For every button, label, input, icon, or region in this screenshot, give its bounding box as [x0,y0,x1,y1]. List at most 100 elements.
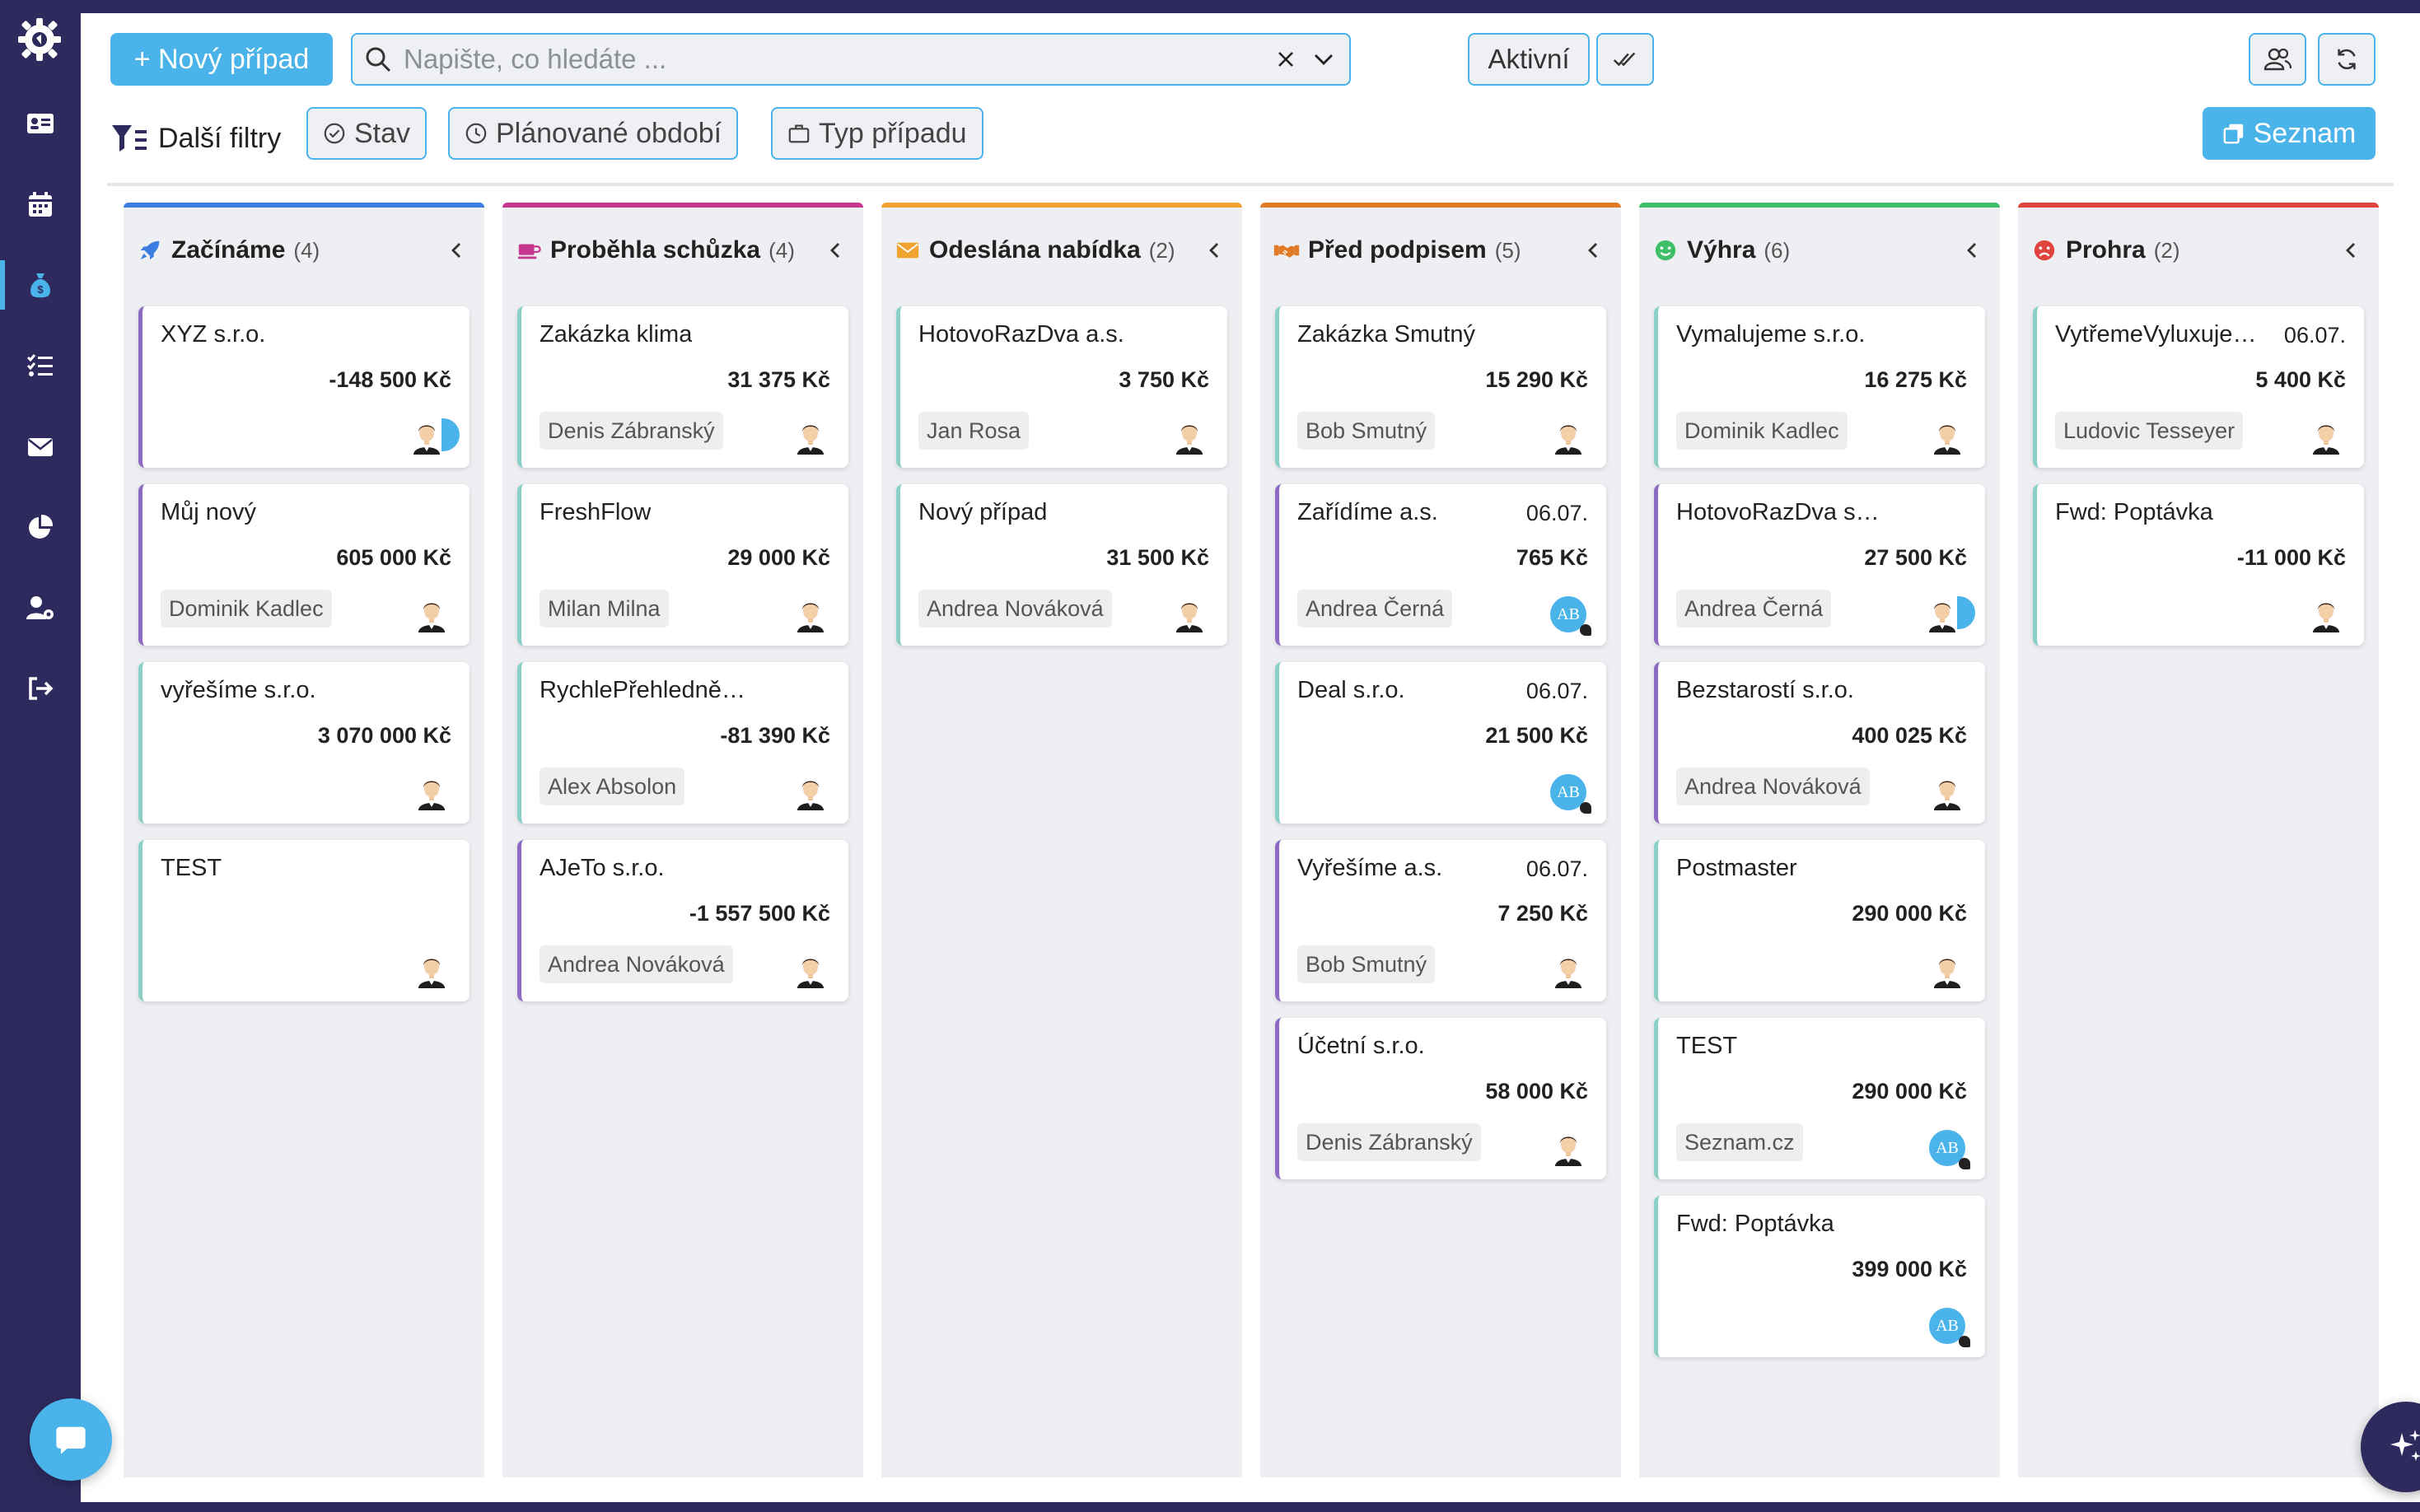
app-logo-icon[interactable] [15,15,64,64]
calendar-icon [29,192,52,217]
case-card[interactable]: Zakázka Smutný 15 290 Kč Bob Smutný [1275,306,1606,468]
collapse-chevron-icon[interactable] [1578,236,1608,265]
collapse-chevron-icon[interactable] [441,236,471,265]
list-view-button[interactable]: Seznam [2203,107,2376,160]
case-card[interactable]: Můj nový 605 000 Kč Dominik Kadlec [138,484,470,646]
pie-chart-icon [29,514,54,539]
case-card[interactable]: Vymalujeme s.r.o. 16 275 Kč Dominik Kadlec [1654,306,1985,468]
case-name: XYZ s.r.o. [161,321,266,348]
case-name: TEST [1676,1033,1738,1059]
case-name: VytřemeVyluxujem... [2055,321,2261,348]
case-name: Vymalujeme s.r.o. [1676,321,1866,348]
sidebar-item-contacts[interactable] [0,94,81,153]
more-filters[interactable]: Další filtry [110,112,281,165]
chat-icon [56,1426,86,1454]
responsible-person-tag: Andrea Černá [1297,590,1453,628]
chat-button[interactable] [30,1398,112,1481]
case-card[interactable]: VytřemeVyluxujem... 06.07. 5 400 Kč Ludovic… [2033,306,2364,468]
case-card[interactable]: vyřešíme s.r.o. 3 070 000 Kč [138,662,470,824]
refresh-button[interactable] [2318,33,2376,86]
user-avatar-icon [792,418,829,455]
column-header: Výhra (6) [1652,231,1987,270]
case-amount: 58 000 Kč [1485,1079,1588,1104]
filter-state[interactable]: Stav [306,107,427,160]
case-name: Nový případ [918,499,1048,525]
envelope-icon [895,237,921,264]
case-card[interactable]: Zařídíme a.s. 06.07. 765 Kč Andrea Černá AB [1275,484,1606,646]
search-box[interactable] [351,33,1351,86]
case-date: 06.07. [2283,323,2346,348]
collapse-chevron-icon[interactable] [820,236,850,265]
new-case-button[interactable]: + Nový případ [110,33,333,86]
case-card[interactable]: Bezstarostí s.r.o. 400 025 Kč Andrea Novák… [1654,662,1985,824]
search-input[interactable] [404,44,1262,75]
responsible-person-tag: Seznam.cz [1676,1123,1803,1161]
case-amount: -1 557 500 Kč [689,901,830,926]
filter-case-type-label: Typ případu [819,117,967,149]
column-color-bar [1639,203,2000,208]
sidebar-item-logout[interactable] [0,659,81,718]
case-card[interactable]: HotovoRazDva a.s. 3 750 Kč Jan Rosa [896,306,1227,468]
user-settings-icon [26,596,54,619]
column-title: Začínáme [171,236,286,264]
case-card[interactable]: XYZ s.r.o. -148 500 Kč [138,306,470,468]
case-card[interactable]: Postmaster 290 000 Kč [1654,840,1985,1001]
case-name: Zařídíme a.s. [1297,499,1438,525]
case-amount: 3 070 000 Kč [317,723,451,748]
case-amount: 16 275 Kč [1864,367,1967,392]
case-date: 06.07. [1525,679,1588,703]
case-card[interactable]: FreshFlow 29 000 Kč Milan Milna [517,484,848,646]
case-card[interactable]: Deal s.r.o. 06.07. 21 500 Kč AB [1275,662,1606,824]
case-card[interactable]: Nový případ 31 500 Kč Andrea Nováková [896,484,1227,646]
case-amount: -148 500 Kč [329,367,451,392]
avatar: AB [1929,1130,1970,1169]
case-card[interactable]: AJeTo s.r.o. -1 557 500 Kč Andrea Nováková [517,840,848,1001]
rocket-icon [137,237,163,264]
column-color-bar [1260,203,1621,208]
user-avatar-icon [1929,418,1965,455]
chevron-down-icon[interactable] [1310,45,1338,73]
case-card[interactable]: Vyřešíme a.s. 06.07. 7 250 Kč Bob Smutný [1275,840,1606,1001]
sparkles-icon [2390,1430,2420,1461]
case-amount: 399 000 Kč [1852,1257,1967,1281]
active-filter-button[interactable]: Aktivní [1468,33,1590,86]
collapse-chevron-icon[interactable] [1199,236,1229,265]
case-name: Fwd: Poptávka [2055,499,2213,525]
column-header: Prohra (2) [2031,231,2366,270]
filter-period[interactable]: Plánované období [448,107,739,160]
case-amount: -81 390 Kč [720,723,830,748]
secondary-avatar-icon [1957,596,1975,629]
case-card[interactable]: Zakázka klima 31 375 Kč Denis Zábranský [517,306,848,468]
case-card[interactable]: HotovoRazDva s.r.o. 27 500 Kč Andrea Černá [1654,484,1985,646]
sidebar-item-calendar[interactable] [0,175,81,234]
filter-case-type[interactable]: Typ případu [771,107,983,160]
case-card[interactable]: RychlePřehledně a.... -81 390 Kč Alex Abso… [517,662,848,824]
case-date: 06.07. [1525,856,1588,881]
check-all-button[interactable] [1596,33,1654,86]
case-amount: 5 400 Kč [2255,367,2346,392]
responsible-person-tag: Andrea Černá [1676,590,1832,628]
kanban-column: Před podpisem (5) Zakázka Smutný 15 290 Kč B… [1260,203,1621,1477]
users-button[interactable] [2249,33,2306,86]
kanban-column: Prohra (2) VytřemeVyluxujem... 06.07. 5 400 … [2018,203,2379,1477]
case-card[interactable]: Fwd: Poptávka -11 000 Kč [2033,484,2364,646]
collapse-chevron-icon[interactable] [1957,236,1987,265]
case-card[interactable]: TEST 290 000 Kč Seznam.cz AB [1654,1018,1985,1179]
sidebar-item-reports[interactable] [0,497,81,557]
case-card[interactable]: Účetní s.r.o. 58 000 Kč Denis Zábranský [1275,1018,1606,1179]
filter-state-label: Stav [354,117,411,149]
user-avatar-icon [1550,952,1586,988]
responsible-person-tag: Dominik Kadlec [1676,412,1848,450]
case-amount: 31 375 Kč [727,367,830,392]
case-card[interactable]: TEST [138,840,470,1001]
sidebar-item-tasks[interactable] [0,336,81,395]
collapse-chevron-icon[interactable] [2336,236,2366,265]
refresh-icon [2338,49,2356,70]
case-name: Vyřešíme a.s. [1297,855,1443,881]
case-card[interactable]: Fwd: Poptávka 399 000 Kč AB [1654,1196,1985,1357]
sidebar-item-cases[interactable]: $ [0,255,81,315]
sidebar-item-users[interactable] [0,578,81,637]
sidebar-item-mail[interactable] [0,417,81,476]
clear-icon[interactable] [1272,45,1300,73]
case-amount: -11 000 Kč [2236,545,2346,570]
